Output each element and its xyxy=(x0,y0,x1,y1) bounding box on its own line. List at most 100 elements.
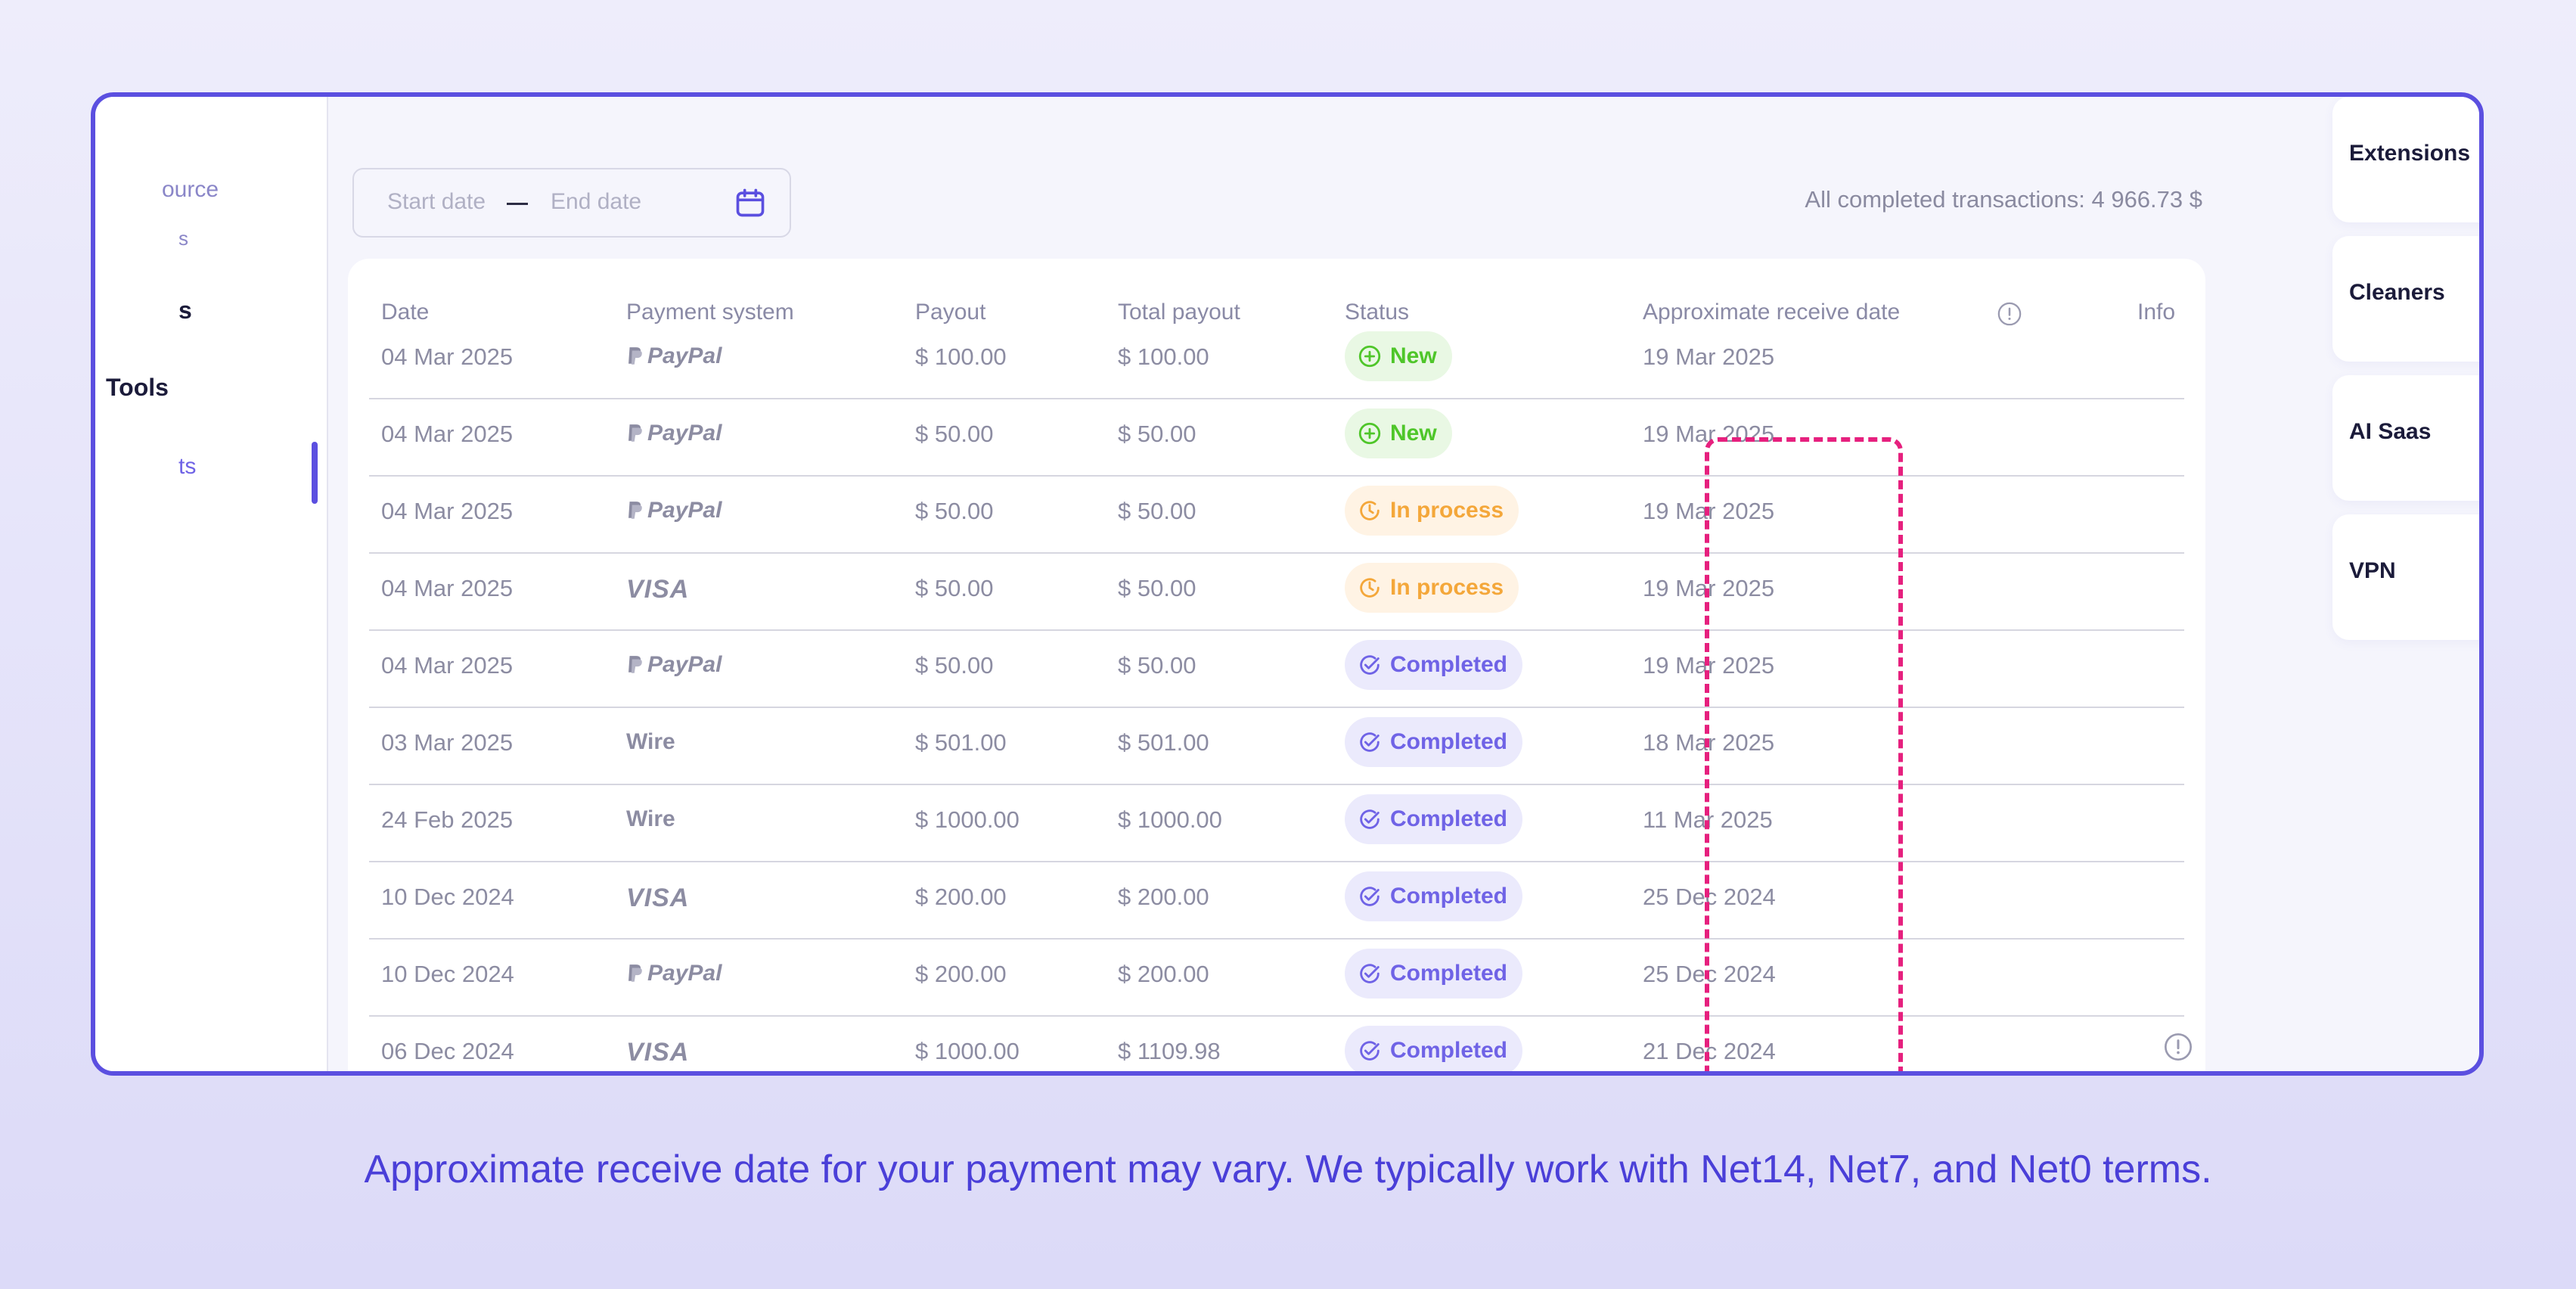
check-circle-icon xyxy=(1360,1041,1380,1061)
sidebar-item-partial-2[interactable]: s xyxy=(178,297,192,325)
status-label: New xyxy=(1390,421,1437,446)
clock-icon xyxy=(1360,501,1380,520)
plus-circle-icon xyxy=(1358,422,1381,445)
status-label: Completed xyxy=(1390,884,1508,909)
status-label: Completed xyxy=(1390,1038,1508,1063)
status-label: In process xyxy=(1390,498,1504,523)
status-label: Completed xyxy=(1390,729,1508,754)
end-date-input[interactable]: End date xyxy=(551,189,641,215)
status-label: Completed xyxy=(1390,961,1508,986)
status-badge: Completed xyxy=(1345,1026,1523,1071)
sidebar-item-tools[interactable]: Tools xyxy=(101,374,169,402)
cell-date: 04 Mar 2025 xyxy=(381,343,514,370)
payment-system-label: VISA xyxy=(626,1038,690,1067)
category-card-extensions[interactable]: Extensions xyxy=(2332,97,2479,222)
sidebar-item-active[interactable]: ts xyxy=(178,454,196,480)
sidebar: ource s s Tools ts xyxy=(95,97,328,1071)
table-row[interactable]: 03 Mar 2025 Wire $ 501.00 $ 501.00 Completed… xyxy=(369,707,2184,785)
cell-payout: $ 50.00 xyxy=(915,498,994,524)
table-row[interactable]: 04 Mar 2025 PayPal $ 100.00 $ 100.00 New 19 M… xyxy=(369,321,2184,399)
payment-system-wire: Wire xyxy=(626,806,675,832)
check-circle-icon xyxy=(1360,887,1380,906)
plus-circle-icon xyxy=(1358,345,1381,368)
cell-total-payout: $ 200.00 xyxy=(1118,961,1209,987)
cell-total-payout: $ 1000.00 xyxy=(1118,806,1222,833)
table-row[interactable]: 04 Mar 2025 PayPal $ 50.00 $ 50.00 Completed… xyxy=(369,629,2184,708)
status-badge: In process xyxy=(1345,563,1519,613)
cell-date: 06 Dec 2024 xyxy=(381,1038,514,1064)
payment-system-label: VISA xyxy=(626,884,690,912)
category-label: AI Saas xyxy=(2349,419,2432,444)
status-badge: Completed xyxy=(1345,949,1523,999)
table-row[interactable]: 10 Dec 2024 VISA $ 200.00 $ 200.00 Completed… xyxy=(369,861,2184,940)
cell-date: 04 Mar 2025 xyxy=(381,652,514,679)
status-badge: In process xyxy=(1345,486,1519,536)
check-circle-icon xyxy=(1360,732,1380,752)
payment-system-visa: VISA xyxy=(626,1038,689,1067)
cell-total-payout: $ 200.00 xyxy=(1118,884,1209,910)
cell-payout: $ 200.00 xyxy=(915,884,1007,910)
cell-total-payout: $ 50.00 xyxy=(1118,498,1196,524)
paypal-logo-icon xyxy=(628,656,642,673)
payment-system-label: PayPal xyxy=(647,652,722,677)
info-icon[interactable] xyxy=(2163,1032,2193,1062)
table-row[interactable]: 04 Mar 2025 PayPal $ 50.00 $ 50.00 In proces… xyxy=(369,475,2184,554)
status-label: Completed xyxy=(1390,806,1508,831)
sidebar-active-indicator xyxy=(312,442,318,504)
status-badge: New xyxy=(1345,331,1452,381)
completed-transactions-total: All completed transactions: 4 966.73 $ xyxy=(1805,186,2202,213)
check-circle-icon xyxy=(1360,655,1380,675)
check-circle-icon xyxy=(1360,964,1380,983)
sidebar-item-source[interactable]: ource xyxy=(162,177,219,203)
paypal-logo-icon xyxy=(628,502,642,519)
status-label: New xyxy=(1390,343,1437,368)
paypal-logo-icon xyxy=(628,347,642,365)
clock-icon xyxy=(1360,578,1380,598)
table-row[interactable]: 04 Mar 2025 PayPal $ 50.00 $ 50.00 New 19 Mar… xyxy=(369,398,2184,477)
cell-total-payout: $ 50.00 xyxy=(1118,421,1196,447)
check-circle-icon xyxy=(1360,809,1380,829)
date-range-picker[interactable]: Start date End date xyxy=(352,168,791,238)
sidebar-item-tools-label: Tools xyxy=(106,374,169,401)
sidebar-item-partial[interactable]: s xyxy=(178,227,188,250)
cell-date: 04 Mar 2025 xyxy=(381,498,514,524)
status-label: Completed xyxy=(1390,652,1508,677)
calendar-icon[interactable] xyxy=(734,186,767,219)
cell-date: 03 Mar 2025 xyxy=(381,729,514,756)
cell-payout: $ 100.00 xyxy=(915,343,1007,370)
status-badge: Completed xyxy=(1345,717,1523,767)
status-label: In process xyxy=(1390,575,1504,600)
table-row[interactable]: 10 Dec 2024 PayPal $ 200.00 $ 200.00 Complet… xyxy=(369,938,2184,1017)
payment-system-paypal: PayPal xyxy=(626,652,722,678)
date-separator xyxy=(507,203,528,205)
table-row[interactable]: 04 Mar 2025 VISA $ 50.00 $ 50.00 In process 1… xyxy=(369,552,2184,631)
cell-payout: $ 50.00 xyxy=(915,421,994,447)
category-label: VPN xyxy=(2349,558,2396,583)
cell-date: 04 Mar 2025 xyxy=(381,421,514,447)
start-date-input[interactable]: Start date xyxy=(387,189,486,215)
paypal-logo-icon xyxy=(628,424,642,442)
cell-date: 10 Dec 2024 xyxy=(381,961,514,987)
payment-system-label: Wire xyxy=(626,729,675,754)
cell-total-payout: $ 501.00 xyxy=(1118,729,1209,756)
status-badge: Completed xyxy=(1345,871,1523,921)
category-card-ai-saas[interactable]: AI Saas xyxy=(2332,375,2479,501)
category-card-cleaners[interactable]: Cleaners xyxy=(2332,236,2479,362)
payment-system-paypal: PayPal xyxy=(626,421,722,446)
payment-system-label: VISA xyxy=(626,575,690,604)
cell-receive-date: 19 Mar 2025 xyxy=(1643,343,1775,370)
cell-total-payout: $ 100.00 xyxy=(1118,343,1209,370)
cell-payout: $ 200.00 xyxy=(915,961,1007,987)
category-card-vpn[interactable]: VPN xyxy=(2332,514,2479,640)
table-row[interactable]: 24 Feb 2025 Wire $ 1000.00 $ 1000.00 Complet… xyxy=(369,784,2184,862)
payment-system-label: PayPal xyxy=(647,421,722,446)
payment-system-wire: Wire xyxy=(626,729,675,755)
table-row[interactable]: 06 Dec 2024 VISA $ 1000.00 $ 1109.98 Complet… xyxy=(369,1015,2192,1071)
payment-system-paypal: PayPal xyxy=(626,961,722,986)
paypal-logo-icon xyxy=(628,964,642,982)
cell-total-payout: $ 1109.98 xyxy=(1118,1038,1221,1064)
cell-date: 04 Mar 2025 xyxy=(381,575,514,601)
payment-system-label: PayPal xyxy=(647,961,722,986)
cell-payout: $ 1000.00 xyxy=(915,806,1020,833)
caption: Approximate receive date for your paymen… xyxy=(364,1148,2212,1191)
